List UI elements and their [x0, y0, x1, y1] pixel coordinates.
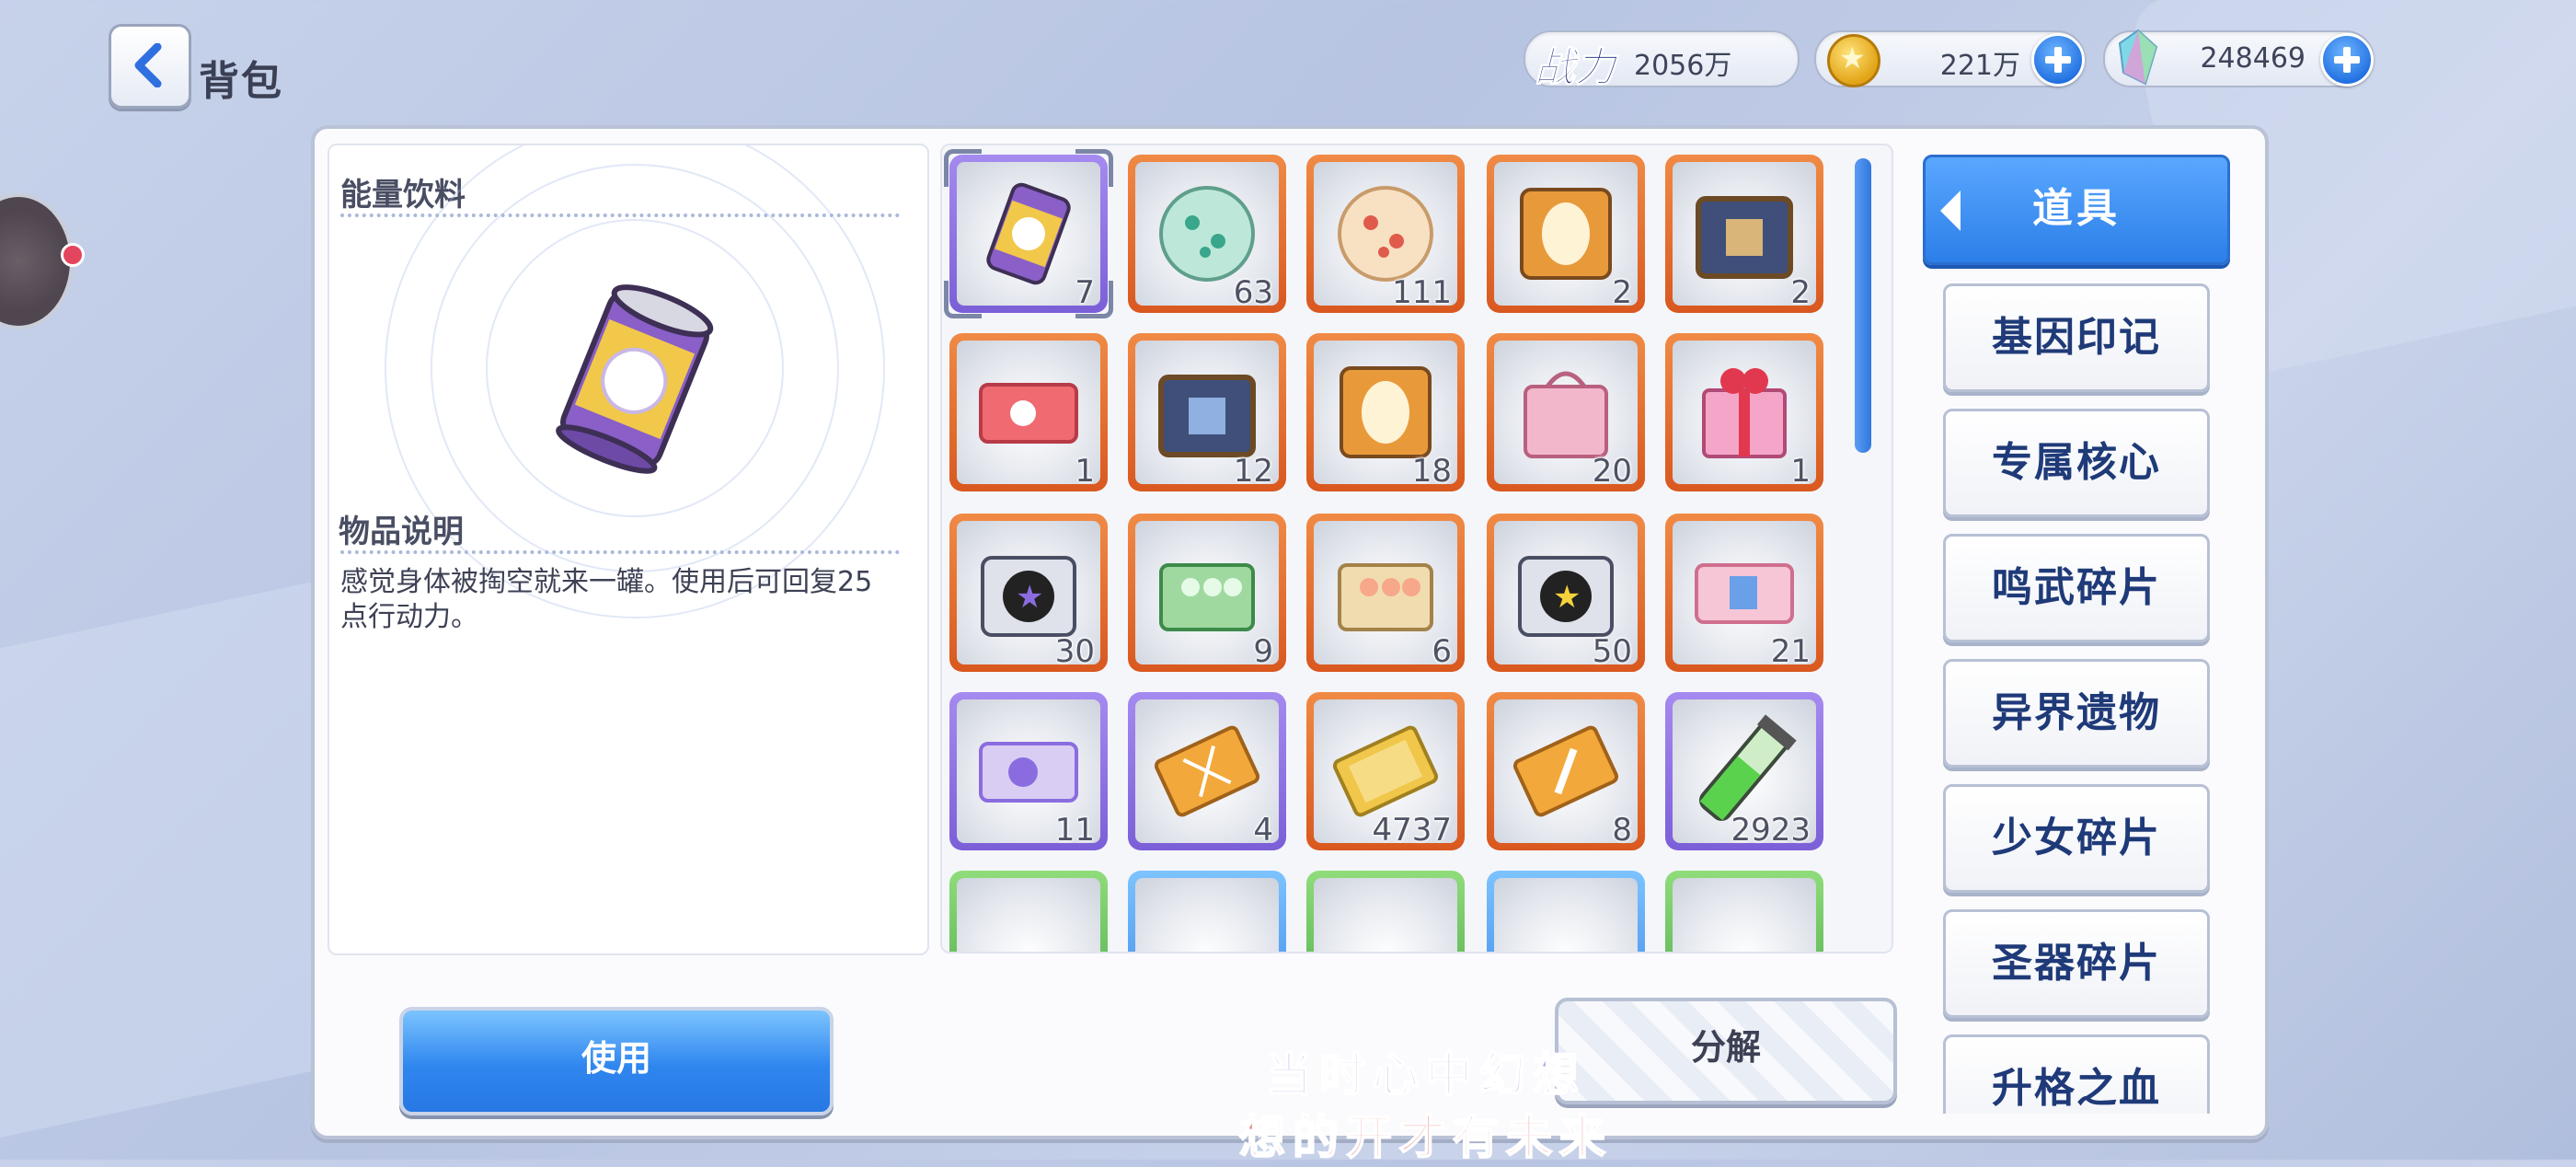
item-icon: [1135, 878, 1279, 953]
subtitle-line-2: 想的开才有未来: [1238, 1110, 1613, 1165]
inventory-slot[interactable]: 11: [949, 692, 1108, 850]
selection-corner: [1075, 149, 1113, 187]
item-count: 30: [1054, 633, 1095, 670]
tab-items[interactable]: 道具: [1923, 155, 2230, 265]
item-count: 1: [1790, 453, 1811, 490]
item-count: 12: [1233, 453, 1273, 490]
add-gem-button[interactable]: [2320, 33, 2374, 87]
inventory-slot[interactable]: 2923: [1665, 692, 1823, 850]
svg-text:★: ★: [1553, 579, 1581, 616]
inventory-slot[interactable]: [1665, 871, 1823, 953]
item-grid: 7 63 111 2 2 1 12 18 20 1 ★ 30 9 6 ★ 50 21 11 4 4737 8 2923: [940, 144, 1893, 953]
svg-text:★: ★: [1016, 579, 1043, 616]
page-title: 背包: [199, 58, 283, 105]
coin-icon: ★: [1827, 34, 1880, 87]
inventory-slot[interactable]: ★ 30: [949, 514, 1108, 672]
gold-display: ★ 221万: [1814, 30, 2085, 87]
inventory-slot[interactable]: 2: [1665, 155, 1823, 313]
tab-mingwu-shards[interactable]: 鸣武碎片: [1943, 534, 2210, 642]
item-count: 2: [1612, 274, 1632, 311]
inventory-slot[interactable]: 63: [1128, 155, 1286, 313]
item-count: 50: [1592, 633, 1632, 670]
gem-icon: [2118, 29, 2158, 86]
item-icon: [1673, 878, 1816, 953]
item-count: 9: [1253, 633, 1273, 670]
item-count: 111: [1392, 274, 1452, 311]
item-detail-panel: 能量饮料 物品说明 感觉身体被掏空就来一罐。使用后可回复25点行动力。: [328, 144, 929, 955]
item-count: 2923: [1731, 812, 1811, 849]
tab-ascension-blood[interactable]: 升格之血: [1943, 1034, 2210, 1114]
energy-drink-large-icon: [556, 284, 714, 474]
item-icon: [957, 878, 1100, 953]
item-count: 6: [1432, 633, 1452, 670]
item-count: 63: [1233, 274, 1273, 311]
inventory-slot[interactable]: 4: [1128, 692, 1286, 850]
inventory-slot[interactable]: 8: [1487, 692, 1645, 850]
item-icon: [1314, 878, 1457, 953]
subtitle-line-1: 当时心中幻想: [1265, 1047, 1586, 1103]
item-count: 8: [1612, 812, 1632, 849]
item-count: 11: [1054, 812, 1095, 849]
add-gold-button[interactable]: [2031, 33, 2085, 87]
inventory-slot[interactable]: 9: [1128, 514, 1286, 672]
inventory-slot[interactable]: ★ 50: [1487, 514, 1645, 672]
tab-items-label: 道具: [2032, 185, 2121, 232]
inventory-slot[interactable]: [1487, 871, 1645, 953]
inventory-slot[interactable]: 1: [949, 333, 1108, 491]
tab-gene-imprint[interactable]: 基因印记: [1943, 283, 2210, 392]
inventory-slot[interactable]: 18: [1306, 333, 1465, 491]
tab-exclusive-core[interactable]: 专属核心: [1943, 409, 2210, 517]
gem-value: 248469: [2200, 42, 2306, 75]
description-title: 物品说明: [339, 514, 464, 550]
chevron-left-icon: [134, 43, 162, 87]
inventory-slot[interactable]: 20: [1487, 333, 1645, 491]
selection-corner: [944, 149, 982, 187]
power-badge: 战力: [1535, 44, 1616, 92]
inventory-slot[interactable]: 1: [1665, 333, 1823, 491]
power-display: 战力 2056万: [1524, 30, 1800, 92]
inventory-slot[interactable]: 4737: [1306, 692, 1465, 850]
inventory-slot[interactable]: 12: [1128, 333, 1286, 491]
tab-otherworld-relics[interactable]: 异界遗物: [1943, 659, 2210, 768]
item-count: 20: [1592, 453, 1632, 490]
item-count: 4737: [1372, 812, 1452, 849]
power-value: 2056万: [1634, 50, 1732, 82]
back-button[interactable]: [109, 24, 191, 109]
tab-girl-shards[interactable]: 少女碎片: [1943, 784, 2210, 893]
inventory-slot[interactable]: 2: [1487, 155, 1645, 313]
selection-corner: [944, 281, 982, 318]
item-icon: [1494, 878, 1638, 953]
inventory-slot[interactable]: [949, 871, 1108, 953]
inventory-slot[interactable]: [1306, 871, 1465, 953]
inventory-slot[interactable]: 6: [1306, 514, 1465, 672]
gem-display: 248469: [2103, 29, 2374, 87]
item-count: 18: [1411, 453, 1452, 490]
tab-relic-shards[interactable]: 圣器碎片: [1943, 909, 2210, 1018]
inventory-slot[interactable]: 21: [1665, 514, 1823, 672]
category-tabs: 道具 基因印记专属核心鸣武碎片异界遗物少女碎片圣器碎片升格之血: [1901, 147, 2250, 1114]
gold-value: 221万: [1939, 50, 2020, 82]
selection-corner: [1075, 281, 1113, 318]
inventory-slot[interactable]: 7: [944, 149, 1113, 318]
item-count: 1: [1075, 453, 1095, 490]
divider: [340, 550, 900, 554]
inventory-slot[interactable]: 111: [1306, 155, 1465, 313]
use-button[interactable]: 使用: [399, 1007, 834, 1115]
item-count: 21: [1770, 633, 1811, 670]
item-count: 4: [1253, 812, 1273, 849]
notification-dot: [61, 243, 85, 267]
inventory-slot[interactable]: [1128, 871, 1286, 953]
item-description: 感觉身体被掏空就来一罐。使用后可回复25点行动力。: [340, 566, 873, 633]
item-count: 2: [1790, 274, 1811, 311]
grid-scrollbar[interactable]: [1855, 158, 1871, 453]
arrow-left-icon: [1940, 191, 1961, 231]
